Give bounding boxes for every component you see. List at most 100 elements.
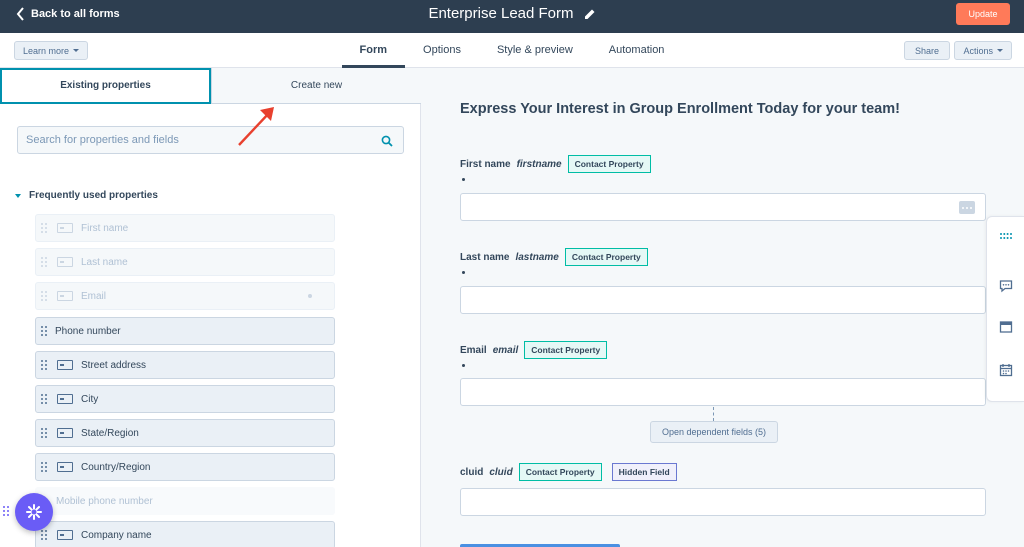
top-bar: Back to all forms Enterprise Lead Form U… [0, 0, 1024, 33]
drag-handle-icon[interactable] [41, 428, 47, 438]
side-rail [986, 216, 1024, 402]
property-item-city[interactable]: City [35, 385, 335, 413]
back-label: Back to all forms [31, 8, 120, 20]
required-dot-icon [308, 294, 312, 298]
property-item-last-name: Last name [35, 248, 335, 276]
property-item-street-address[interactable]: Street address [35, 351, 335, 379]
required-dot-icon [462, 178, 465, 181]
property-item-company-name[interactable]: Company name [35, 521, 335, 547]
email-input[interactable] [460, 378, 986, 406]
pencil-icon[interactable] [584, 8, 596, 20]
tab-style-preview[interactable]: Style & preview [479, 33, 591, 68]
property-label: Last name [81, 256, 128, 268]
frequently-used-toggle[interactable]: Frequently used properties [15, 190, 158, 201]
search-input[interactable] [18, 127, 403, 153]
field-label-email[interactable]: Email email Contact Property [460, 341, 608, 359]
chevron-left-icon [16, 7, 24, 21]
property-label: City [81, 393, 99, 405]
learn-more-button[interactable]: Learn more [14, 41, 89, 60]
window-icon[interactable] [999, 320, 1013, 334]
property-item-email: Email [35, 282, 335, 310]
drag-handle-icon[interactable] [41, 326, 47, 336]
field-name: First name [460, 158, 511, 170]
hidden-field-badge: Hidden Field [611, 463, 677, 481]
chat-icon[interactable] [999, 279, 1013, 293]
tab-options[interactable]: Options [405, 33, 479, 68]
text-field-icon [57, 462, 73, 472]
drag-handle-icon [41, 291, 47, 301]
contact-property-badge: Contact Property [567, 155, 651, 173]
update-button[interactable]: Update [956, 3, 1010, 25]
text-field-icon [57, 257, 73, 267]
drag-handle-icon[interactable] [41, 530, 47, 540]
firstname-input[interactable] [460, 193, 986, 221]
tab-create-new[interactable]: Create new [211, 68, 421, 104]
contact-property-badge: Contact Property [564, 248, 648, 266]
property-item-first-name: First name [35, 214, 335, 242]
drag-handle-icon [41, 223, 47, 233]
contact-property-badge: Contact Property [524, 341, 608, 359]
text-field-icon [57, 394, 73, 404]
section-title: Frequently used properties [29, 190, 158, 201]
nav-bar: Learn more Form Options Style & preview … [0, 33, 1024, 68]
required-dot-icon [462, 271, 465, 274]
form-title-bar: Enterprise Lead Form [0, 5, 1024, 22]
calendar-icon[interactable] [999, 363, 1013, 377]
text-field-icon [57, 223, 73, 233]
property-item-phone-number[interactable]: Phone number [35, 317, 335, 345]
lastname-input[interactable] [460, 286, 986, 314]
caret-down-icon [73, 49, 80, 52]
field-label-cluid[interactable]: cluid cluid Contact Property Hidden Fiel… [460, 463, 677, 481]
property-label: Street address [81, 359, 147, 371]
dependent-connector [713, 407, 714, 421]
property-label: Country/Region [81, 461, 151, 473]
drag-handle-icon[interactable] [41, 462, 47, 472]
caret-down-icon [997, 49, 1003, 52]
drag-handle-icon[interactable] [41, 360, 47, 370]
field-internal-name: lastname [515, 251, 559, 263]
text-field-icon [57, 360, 73, 370]
property-item-mobile-phone: Mobile phone number [35, 487, 335, 515]
field-name: Last name [460, 251, 510, 263]
field-label-firstname[interactable]: First name firstname Contact Property [460, 155, 651, 173]
property-label: Mobile phone number [56, 495, 153, 507]
search-icon[interactable] [381, 135, 393, 147]
tab-form[interactable]: Form [341, 33, 406, 68]
editor-tabs: Form Options Style & preview Automation [0, 33, 1024, 68]
field-internal-name: email [492, 344, 519, 356]
property-label: First name [81, 222, 129, 234]
text-field-icon [57, 530, 73, 540]
fab-drag-handle-icon[interactable] [3, 506, 9, 516]
property-label: Email [81, 290, 107, 302]
actions-button[interactable]: Actions [954, 41, 1012, 60]
field-internal-name: cluid [489, 466, 513, 478]
form-heading[interactable]: Express Your Interest in Group Enrollmen… [460, 101, 900, 117]
properties-panel: Existing properties Create new Frequentl… [0, 68, 421, 547]
tab-existing-properties[interactable]: Existing properties [0, 68, 211, 104]
field-label-lastname[interactable]: Last name lastname Contact Property [460, 248, 648, 266]
grid-dots-icon[interactable] [999, 229, 1013, 243]
tab-automation[interactable]: Automation [591, 33, 683, 68]
drag-handle-icon[interactable] [41, 394, 47, 404]
contact-property-badge: Contact Property [518, 463, 602, 481]
open-dependent-fields-button[interactable]: Open dependent fields (5) [650, 421, 778, 443]
cluid-input[interactable] [460, 488, 986, 516]
field-name: Email [460, 344, 487, 356]
assistant-fab-button[interactable] [15, 493, 53, 531]
required-dot-icon [462, 364, 465, 367]
form-title: Enterprise Lead Form [428, 5, 574, 22]
sparkle-icon [26, 504, 42, 520]
more-options-icon[interactable] [959, 201, 975, 214]
property-item-country-region[interactable]: Country/Region [35, 453, 335, 481]
property-label: Phone number [55, 325, 121, 337]
actions-label: Actions [963, 45, 993, 56]
text-field-icon [57, 291, 73, 301]
property-label: State/Region [81, 427, 139, 439]
field-internal-name: firstname [516, 158, 562, 170]
property-search [17, 126, 404, 154]
back-to-forms-link[interactable]: Back to all forms [16, 7, 120, 21]
property-item-state-region[interactable]: State/Region [35, 419, 335, 447]
chevron-down-icon [15, 193, 21, 198]
drag-handle-icon [41, 257, 47, 267]
share-button[interactable]: Share [903, 41, 950, 60]
